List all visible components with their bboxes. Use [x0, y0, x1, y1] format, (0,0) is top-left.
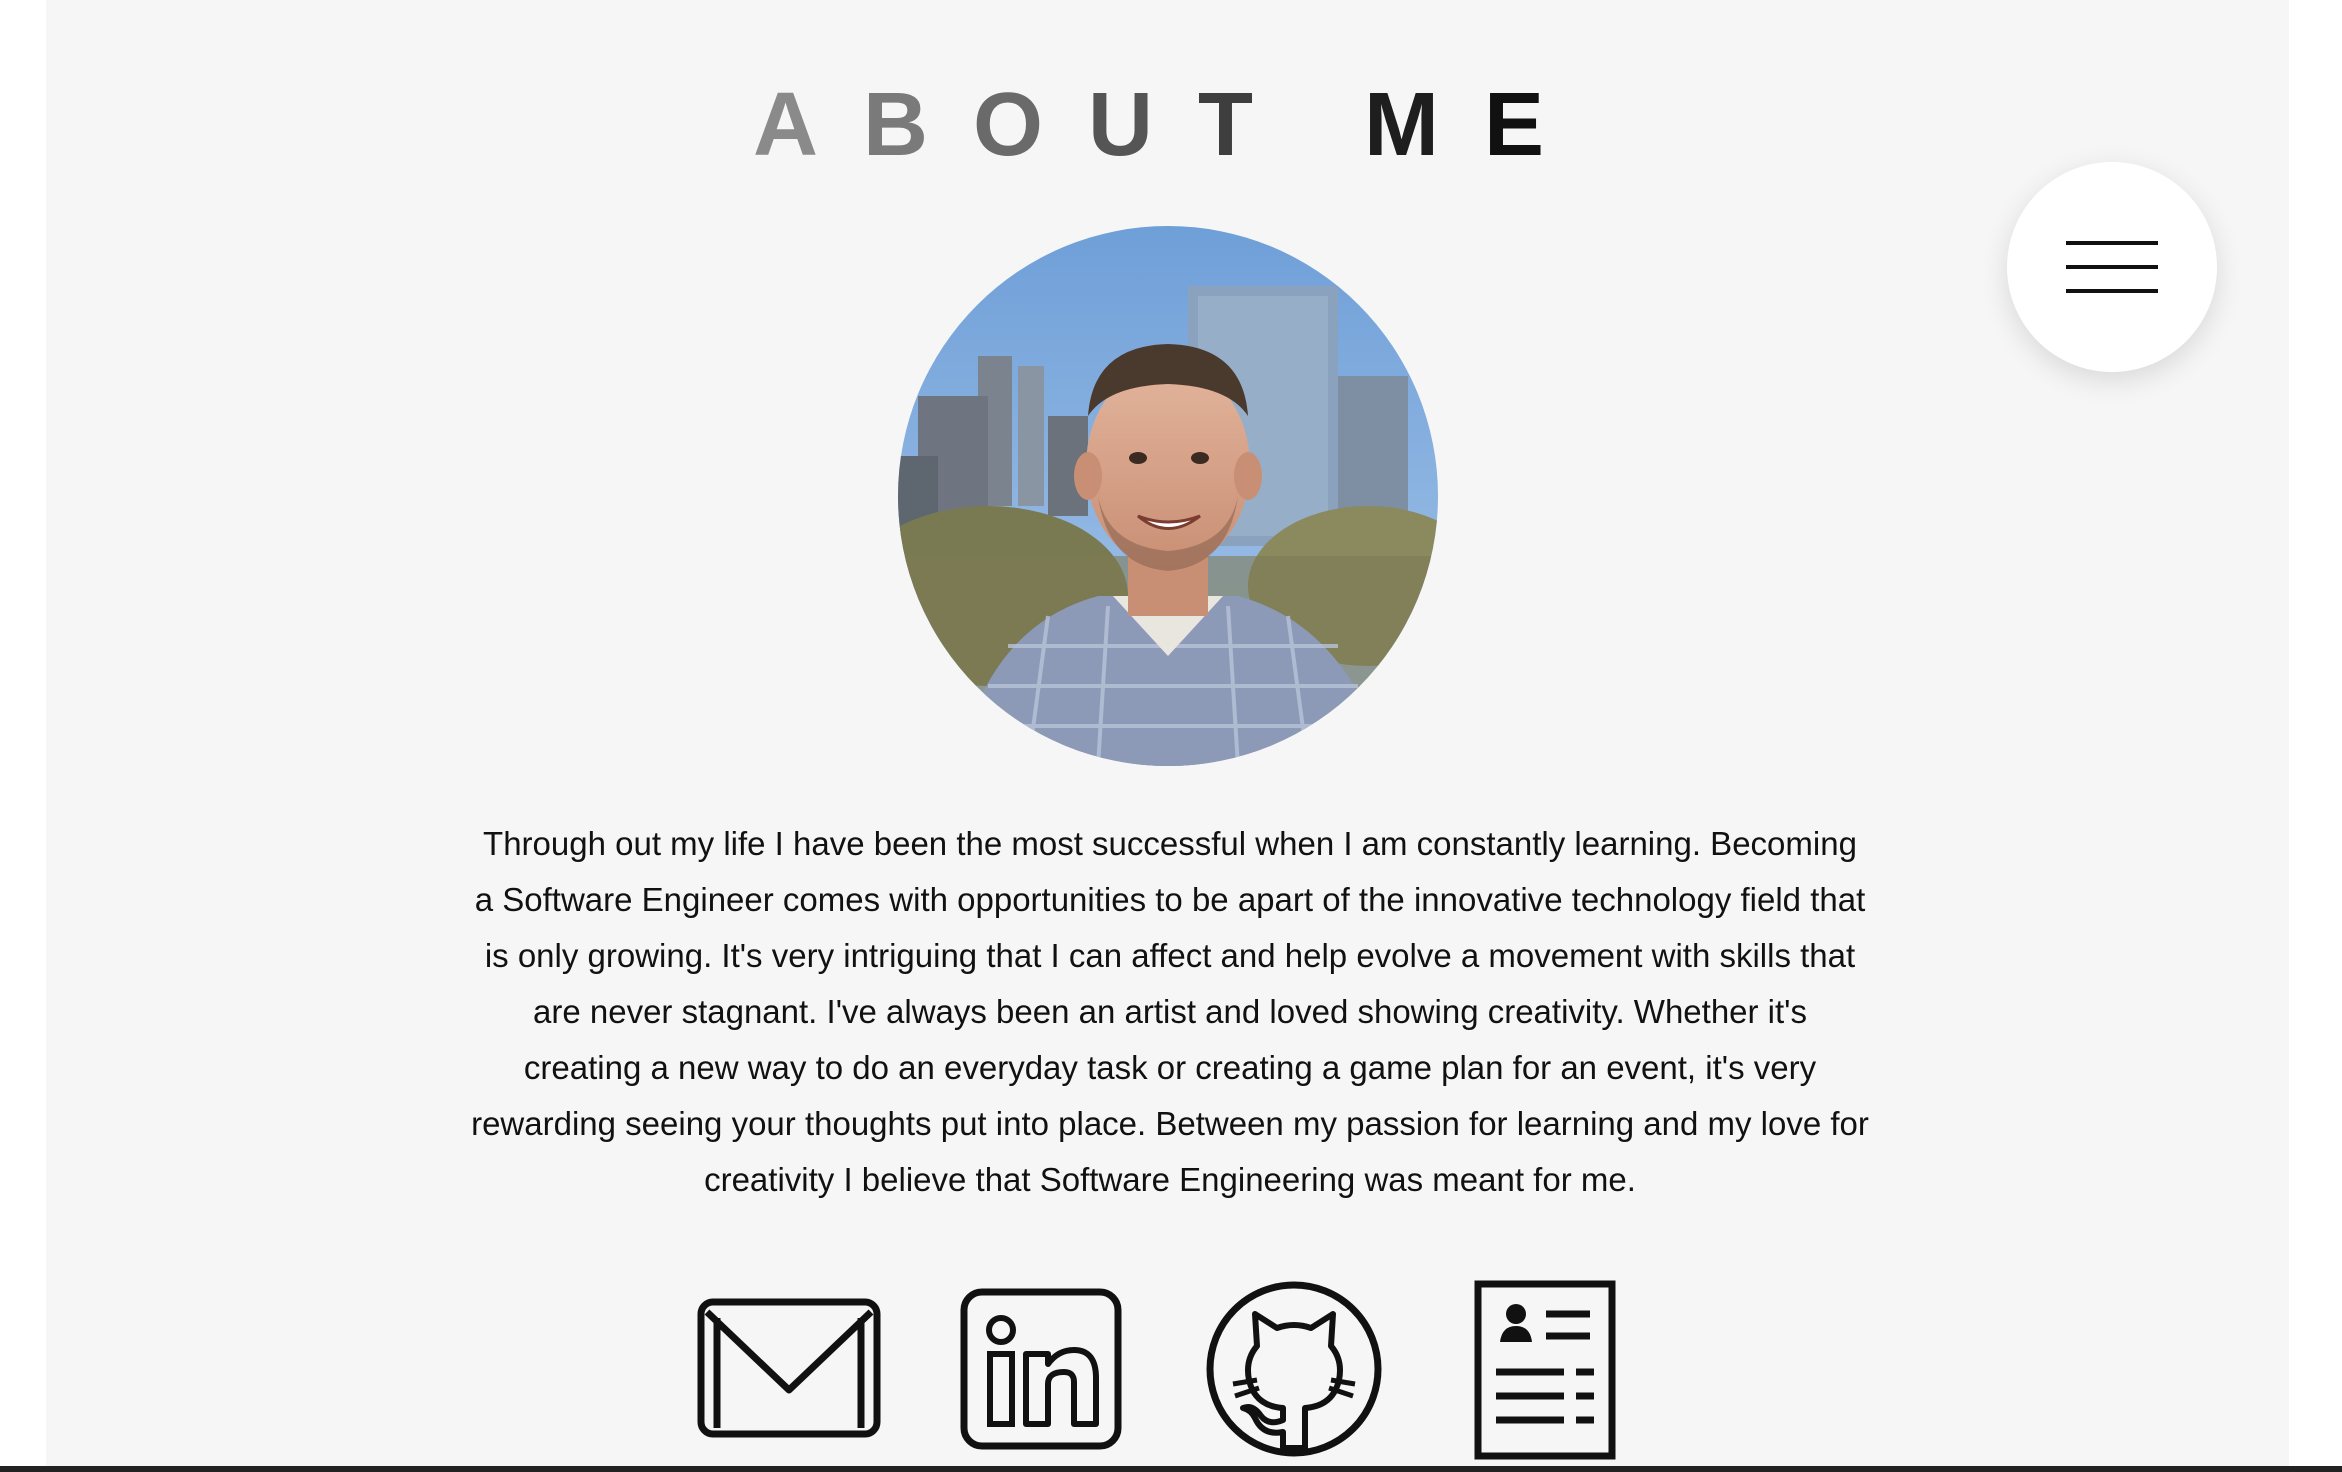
resume-document-icon: [1474, 1280, 1616, 1460]
title-letter: A: [752, 75, 863, 176]
linkedin-icon: [960, 1288, 1122, 1450]
email-link[interactable]: [697, 1298, 881, 1438]
profile-photo: [898, 226, 1438, 766]
title-letter: O: [972, 75, 1088, 176]
linkedin-link[interactable]: [960, 1288, 1122, 1450]
menu-button[interactable]: [2007, 162, 2217, 372]
title-letter: E: [1483, 75, 1589, 176]
portrait-image: [898, 226, 1438, 766]
envelope-icon: [697, 1298, 881, 1438]
bio-paragraph: Through out my life I have been the most…: [471, 825, 1869, 1198]
github-link[interactable]: [1205, 1280, 1383, 1458]
resume-link[interactable]: [1474, 1280, 1616, 1460]
social-links: [0, 1276, 2342, 1466]
title-letter: T: [1198, 75, 1298, 176]
title-letter: B: [862, 75, 973, 176]
bottom-divider: [0, 1466, 2342, 1472]
hamburger-menu-icon: [2066, 241, 2158, 293]
page-title: ABOUT ME: [0, 70, 2342, 180]
github-icon: [1206, 1281, 1382, 1457]
title-letter: M: [1363, 75, 1484, 176]
title-letter: U: [1088, 75, 1198, 176]
